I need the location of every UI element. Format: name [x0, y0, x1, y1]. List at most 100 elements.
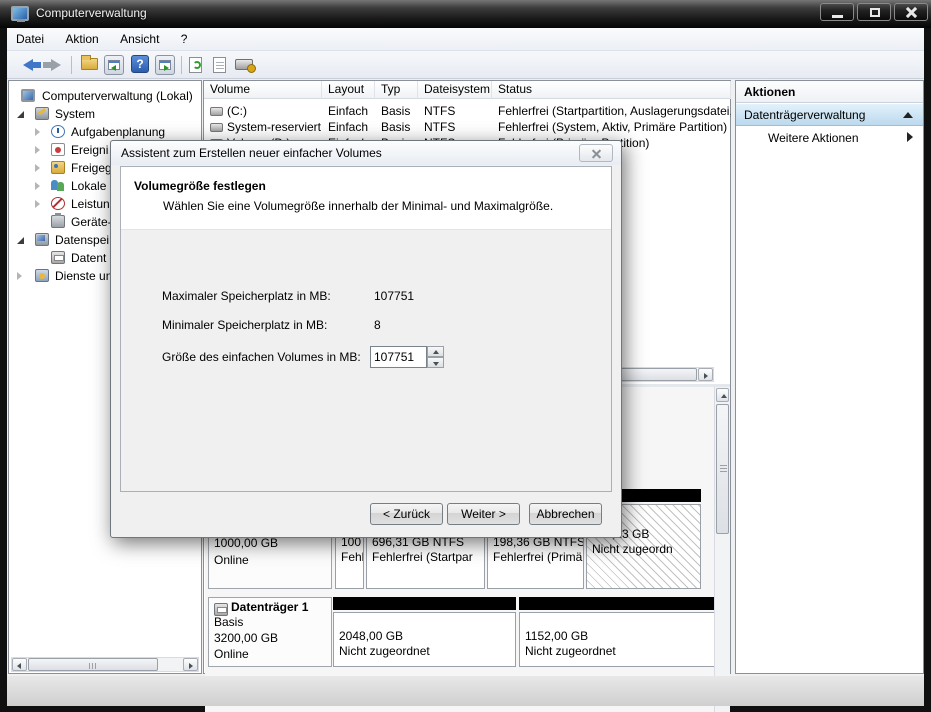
menu-help[interactable]: ? — [172, 28, 197, 51]
max-space-value: 107751 — [374, 289, 415, 303]
graph-vertical-scrollbar[interactable] — [714, 387, 730, 712]
collapsed-twisty-icon[interactable] — [35, 182, 40, 190]
services-icon — [35, 269, 49, 282]
new-simple-volume-wizard: Assistent zum Erstellen neuer einfacher … — [110, 140, 622, 538]
collapsed-twisty-icon[interactable] — [35, 146, 40, 154]
export-folder-icon[interactable] — [81, 55, 98, 70]
disk1-unallocated-block-1[interactable]: 2048,00 GB Nicht zugeordnet — [333, 597, 516, 667]
volume-size-input[interactable] — [370, 346, 427, 368]
dialog-title: Assistent zum Erstellen neuer einfacher … — [121, 146, 382, 160]
column-typ[interactable]: Typ — [375, 81, 418, 99]
expanded-twisty-icon[interactable] — [17, 237, 24, 244]
window-title: Computerverwaltung — [36, 6, 147, 20]
next-button[interactable]: Weiter > — [447, 503, 520, 525]
collapse-icon[interactable] — [903, 112, 913, 118]
back-icon[interactable] — [23, 59, 41, 71]
disk1-label-box[interactable]: Datenträger 1 Basis 3200,00 GB Online — [208, 597, 332, 667]
properties-icon[interactable] — [213, 57, 226, 73]
storage-icon — [35, 233, 49, 246]
toolbar: ? — [7, 51, 924, 79]
volume-row-system-reserviert[interactable]: System-reserviert Einfach Basis NTFS Feh… — [204, 119, 731, 135]
minimize-icon — [832, 15, 843, 18]
volume-size-label: Größe des einfachen Volumes in MB: — [162, 350, 361, 364]
min-space-value: 8 — [374, 318, 381, 332]
max-space-label: Maximaler Speicherplatz in MB: — [162, 289, 331, 303]
actions-panel: Aktionen Datenträgerverwaltung Weitere A… — [735, 80, 924, 674]
back-button[interactable]: < Zurück — [370, 503, 443, 525]
volume-row-c[interactable]: (C:) Einfach Basis NTFS Fehlerfrei (Star… — [204, 103, 731, 119]
unallocated-bar — [519, 597, 715, 610]
scroll-right-button[interactable] — [698, 368, 713, 381]
dialog-close-button[interactable] — [579, 144, 613, 162]
maximize-button[interactable] — [857, 3, 891, 21]
task-scheduler-icon — [51, 125, 65, 138]
wizard-content-panel: Volumegröße festlegen Wählen Sie eine Vo… — [120, 166, 612, 492]
disk-management-node-icon — [51, 251, 65, 264]
help-icon[interactable]: ? — [131, 55, 149, 73]
cancel-button[interactable]: Abbrechen — [529, 503, 602, 525]
wizard-header: Volumegröße festlegen Wählen Sie eine Vo… — [121, 167, 611, 230]
volume-list-header: Volume Layout Typ Dateisystem Status — [204, 81, 731, 99]
collapsed-twisty-icon[interactable] — [35, 200, 40, 208]
actions-group-datentraegerverwaltung[interactable]: Datenträgerverwaltung — [736, 104, 923, 126]
column-layout[interactable]: Layout — [322, 81, 375, 99]
tree-horizontal-scrollbar[interactable] — [11, 657, 199, 672]
computer-icon — [21, 89, 35, 102]
minimize-button[interactable] — [820, 3, 854, 21]
menu-aktion[interactable]: Aktion — [56, 28, 107, 51]
close-button[interactable] — [894, 3, 928, 21]
unallocated-bar — [333, 597, 516, 610]
scroll-thumb[interactable] — [716, 404, 729, 534]
disk0-status: Online — [214, 553, 249, 567]
forward-icon[interactable] — [43, 59, 61, 71]
column-dateisystem[interactable]: Dateisystem — [418, 81, 492, 99]
actions-item-weitere-aktionen[interactable]: Weitere Aktionen — [736, 127, 923, 149]
scroll-up-button[interactable] — [716, 388, 729, 402]
collapsed-twisty-icon[interactable] — [35, 164, 40, 172]
menu-bar: Datei Aktion Ansicht ? — [7, 28, 924, 51]
app-icon — [11, 6, 29, 22]
scroll-right-button[interactable] — [183, 658, 198, 671]
shared-folders-icon — [51, 161, 65, 174]
window-bottom-frame[interactable] — [7, 676, 924, 706]
dialog-title-bar[interactable]: Assistent zum Erstellen neuer einfacher … — [111, 141, 621, 165]
collapsed-twisty-icon[interactable] — [17, 272, 22, 280]
expanded-twisty-icon[interactable] — [17, 111, 24, 118]
actions-title: Aktionen — [736, 81, 923, 103]
toolbar-separator — [181, 56, 182, 74]
collapsed-twisty-icon[interactable] — [35, 128, 40, 136]
disk0-size: 1000,00 GB — [214, 536, 279, 550]
disk1-status: Online — [214, 647, 249, 661]
spinner-up-button[interactable] — [427, 346, 444, 357]
event-viewer-icon — [51, 143, 65, 156]
gear-icon — [247, 64, 256, 73]
disk1-size: 3200,00 GB — [214, 631, 279, 645]
column-volume[interactable]: Volume — [204, 81, 322, 99]
volume-icon — [210, 123, 223, 133]
spinner-down-button[interactable] — [427, 357, 444, 368]
device-manager-icon — [51, 213, 65, 228]
submenu-arrow-icon — [907, 132, 913, 142]
wizard-subheading: Wählen Sie eine Volumegröße innerhalb de… — [163, 199, 554, 213]
toolbar-separator — [71, 56, 72, 74]
show-console-tree-icon[interactable] — [104, 55, 124, 75]
min-space-label: Minimaler Speicherplatz in MB: — [162, 318, 328, 332]
wizard-heading: Volumegröße festlegen — [134, 179, 266, 193]
menu-datei[interactable]: Datei — [7, 28, 53, 51]
computer-management-window: Computerverwaltung Datei Aktion Ansicht … — [0, 0, 931, 712]
menu-ansicht[interactable]: Ansicht — [111, 28, 168, 51]
volume-size-spinner — [427, 346, 444, 368]
column-status[interactable]: Status — [492, 81, 731, 99]
title-bar[interactable]: Computerverwaltung — [0, 0, 931, 28]
show-action-pane-icon[interactable] — [155, 55, 175, 75]
refresh-icon[interactable] — [189, 57, 202, 73]
maximize-icon — [870, 8, 880, 17]
system-icon — [35, 107, 49, 120]
volume-icon — [210, 107, 223, 117]
performance-icon — [51, 197, 65, 210]
scroll-left-button[interactable] — [12, 658, 27, 671]
disk1-unallocated-block-2[interactable]: 1152,00 GB Nicht zugeordnet — [519, 597, 715, 667]
users-icon — [51, 179, 65, 192]
disk1-type: Basis — [214, 615, 244, 629]
scroll-thumb[interactable] — [28, 658, 158, 671]
